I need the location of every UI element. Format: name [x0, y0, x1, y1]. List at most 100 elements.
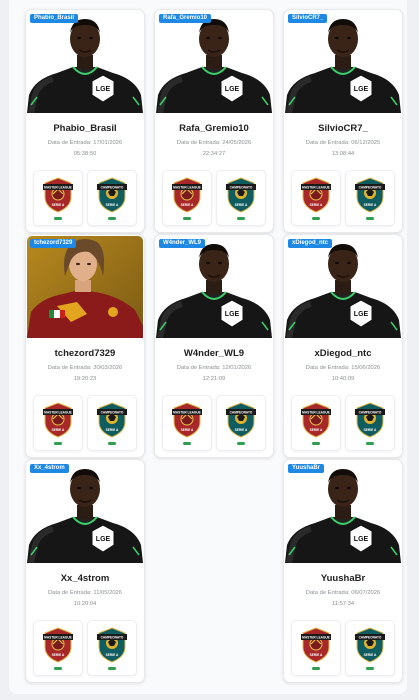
master-league-badge[interactable]: MASTER LEAGUE SERIE A: [162, 170, 212, 226]
entry-time: 05:38:50: [73, 151, 97, 157]
championship-badge[interactable]: CAMPEONATO SERIE A: [216, 170, 266, 226]
entry-time: 10:40:09: [331, 376, 355, 382]
entry-time: 13:08:44: [331, 151, 355, 157]
player-card[interactable]: LGE Phabio_Brasil Phabio_Brasil Data de …: [25, 9, 145, 233]
svg-text:LGE: LGE: [225, 311, 240, 318]
svg-text:SERIE A: SERIE A: [364, 428, 377, 432]
player-photo: LGE: [285, 236, 401, 338]
svg-text:LGE: LGE: [354, 311, 369, 318]
player-card[interactable]: LGE W4nder_WL9 W4nder_WL9 Data de Entrad…: [154, 234, 274, 458]
player-photo: LGE: [156, 236, 272, 338]
championship-badge[interactable]: CAMPEONATO SERIE A: [87, 395, 137, 451]
svg-text:SERIE A: SERIE A: [310, 203, 323, 207]
status-indicator: [312, 217, 320, 220]
entry-date: Data de Entrada: 24/05/2026: [176, 140, 252, 146]
player-card[interactable]: LGE Xx_4strom Xx_4strom Data de Entrada:…: [25, 459, 145, 683]
status-indicator: [237, 217, 245, 220]
player-photo: LGE: [285, 11, 401, 113]
svg-text:SERIE A: SERIE A: [52, 203, 65, 207]
svg-text:CAMPEONATO: CAMPEONATO: [359, 410, 382, 414]
player-card[interactable]: LGE YuushaBr YuushaBr Data de Entrada: 0…: [283, 459, 403, 683]
svg-text:SERIE A: SERIE A: [310, 428, 323, 432]
championship-badge[interactable]: CAMPEONATO SERIE A: [216, 395, 266, 451]
player-name: SilvioCR7_: [318, 123, 368, 134]
entry-date: Data de Entrada: 06/07/2026: [305, 590, 381, 596]
player-photo: LGE: [27, 11, 143, 113]
status-indicator: [54, 442, 62, 445]
svg-text:CAMPEONATO: CAMPEONATO: [359, 635, 382, 639]
svg-text:CAMPEONATO: CAMPEONATO: [230, 185, 253, 189]
player-tag: Phabio_Brasil: [30, 14, 79, 23]
player-name: YuushaBr: [320, 573, 366, 584]
player-name: tchezord7329: [54, 348, 116, 359]
player-tag: SilvioCR7_: [288, 14, 328, 23]
svg-text:CAMPEONATO: CAMPEONATO: [359, 185, 382, 189]
player-name: W4nder_WL9: [183, 348, 245, 359]
svg-text:SERIE A: SERIE A: [106, 428, 119, 432]
master-league-badge[interactable]: MASTER LEAGUE SERIE A: [33, 395, 83, 451]
player-photo: LGE: [285, 461, 401, 563]
player-card[interactable]: LGE Rafa_Gremio10 Rafa_Gremio10 Data de …: [154, 9, 274, 233]
player-tag: xDiegod_ntc: [288, 239, 333, 248]
player-card[interactable]: LGE SilvioCR7_ SilvioCR7_ Data de Entrad…: [283, 9, 403, 233]
master-league-badge[interactable]: MASTER LEAGUE SERIE A: [33, 170, 83, 226]
player-photo: LGE: [27, 461, 143, 563]
entry-time: 10:20:04: [73, 601, 97, 607]
player-tag: Rafa_Gremio10: [159, 14, 212, 23]
status-indicator: [54, 667, 62, 670]
svg-text:SERIE A: SERIE A: [106, 203, 119, 207]
championship-badge[interactable]: CAMPEONATO SERIE A: [345, 620, 395, 676]
svg-text:SERIE A: SERIE A: [106, 653, 119, 657]
svg-text:MASTER LEAGUE: MASTER LEAGUE: [302, 185, 330, 189]
svg-text:SERIE A: SERIE A: [52, 653, 65, 657]
entry-date: Data de Entrada: 11/05/2026: [47, 590, 123, 596]
svg-text:LGE: LGE: [354, 86, 369, 93]
svg-text:SERIE A: SERIE A: [181, 203, 194, 207]
status-indicator: [108, 217, 116, 220]
svg-text:LGE: LGE: [354, 536, 369, 543]
championship-badge[interactable]: CAMPEONATO SERIE A: [87, 170, 137, 226]
entry-date: Data de Entrada: 06/12/2025: [305, 140, 381, 146]
championship-badge[interactable]: CAMPEONATO SERIE A: [345, 395, 395, 451]
svg-text:CAMPEONATO: CAMPEONATO: [101, 410, 124, 414]
svg-text:SERIE A: SERIE A: [310, 653, 323, 657]
svg-text:MASTER LEAGUE: MASTER LEAGUE: [302, 410, 330, 414]
player-card[interactable]: LGE xDiegod_ntc xDiegod_ntc Data de Entr…: [283, 234, 403, 458]
svg-text:SERIE A: SERIE A: [364, 653, 377, 657]
status-indicator: [183, 442, 191, 445]
player-card[interactable]: tchezord7329 tchezord7329 Data de Entrad…: [25, 234, 145, 458]
svg-text:MASTER LEAGUE: MASTER LEAGUE: [44, 410, 72, 414]
status-indicator: [312, 667, 320, 670]
master-league-badge[interactable]: MASTER LEAGUE SERIE A: [162, 395, 212, 451]
master-league-badge[interactable]: MASTER LEAGUE SERIE A: [291, 170, 341, 226]
svg-text:MASTER LEAGUE: MASTER LEAGUE: [173, 185, 201, 189]
svg-text:MASTER LEAGUE: MASTER LEAGUE: [302, 635, 330, 639]
status-indicator: [312, 442, 320, 445]
entry-time: 12:21:09: [202, 376, 226, 382]
player-name: Rafa_Gremio10: [179, 123, 249, 134]
svg-text:SERIE A: SERIE A: [235, 203, 248, 207]
entry-date: Data de Entrada: 12/01/2026: [176, 365, 252, 371]
svg-text:CAMPEONATO: CAMPEONATO: [101, 635, 124, 639]
entry-date: Data de Entrada: 17/01/2026: [47, 140, 123, 146]
master-league-badge[interactable]: MASTER LEAGUE SERIE A: [33, 620, 83, 676]
master-league-badge[interactable]: MASTER LEAGUE SERIE A: [291, 395, 341, 451]
svg-text:SERIE A: SERIE A: [181, 428, 194, 432]
entry-date: Data de Entrada: 15/06/2026: [305, 365, 381, 371]
entry-date: Data de Entrada: 30/03/2026: [47, 365, 123, 371]
player-tag: tchezord7329: [30, 239, 77, 248]
master-league-badge[interactable]: MASTER LEAGUE SERIE A: [291, 620, 341, 676]
svg-text:SERIE A: SERIE A: [235, 428, 248, 432]
player-photo: [27, 236, 143, 338]
player-tag: W4nder_WL9: [159, 239, 206, 248]
svg-text:CAMPEONATO: CAMPEONATO: [230, 410, 253, 414]
status-indicator: [108, 667, 116, 670]
championship-badge[interactable]: CAMPEONATO SERIE A: [345, 170, 395, 226]
championship-badge[interactable]: CAMPEONATO SERIE A: [87, 620, 137, 676]
status-indicator: [183, 217, 191, 220]
svg-text:SERIE A: SERIE A: [52, 428, 65, 432]
entry-time: 11:57:34: [331, 601, 355, 607]
player-name: xDiegod_ntc: [314, 348, 372, 359]
svg-text:MASTER LEAGUE: MASTER LEAGUE: [44, 185, 72, 189]
svg-text:LGE: LGE: [96, 86, 111, 93]
